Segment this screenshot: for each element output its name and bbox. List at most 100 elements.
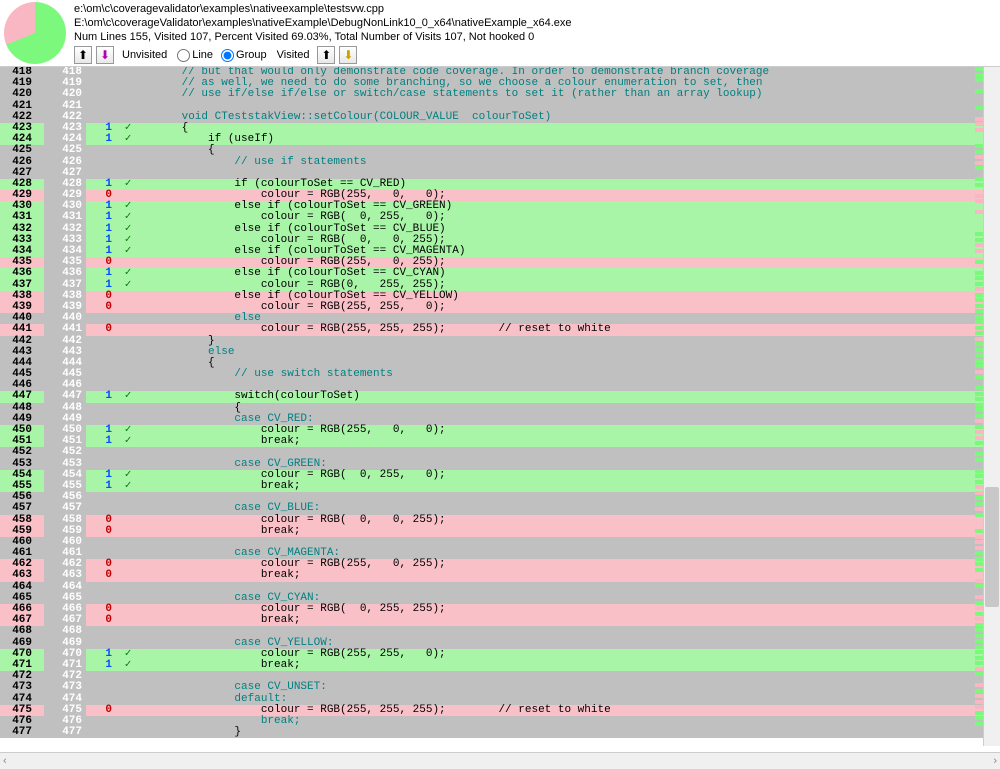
- code-line[interactable]: 457457 case CV_BLUE:: [0, 503, 983, 514]
- overview-segment[interactable]: [975, 540, 983, 544]
- overview-segment[interactable]: [975, 513, 983, 517]
- overview-segment[interactable]: [975, 194, 983, 198]
- code-line[interactable]: 4314311✓ colour = RGB( 0, 255, 0);: [0, 212, 983, 223]
- overview-segment[interactable]: [975, 315, 983, 319]
- code-line[interactable]: 425425 {: [0, 145, 983, 156]
- overview-segment[interactable]: [975, 546, 983, 550]
- overview-segment[interactable]: [975, 155, 983, 159]
- overview-segment[interactable]: [975, 716, 983, 720]
- overview-segment[interactable]: [975, 458, 983, 462]
- overview-segment[interactable]: [975, 557, 983, 561]
- scroll-left-icon[interactable]: ‹: [3, 755, 7, 767]
- overview-segment[interactable]: [975, 634, 983, 638]
- overview-segment[interactable]: [975, 392, 983, 396]
- overview-segment[interactable]: [975, 183, 983, 187]
- overview-segment[interactable]: [975, 469, 983, 473]
- overview-segment[interactable]: [975, 386, 983, 390]
- overview-segment[interactable]: [975, 452, 983, 456]
- overview-segment[interactable]: [975, 375, 983, 379]
- overview-segment[interactable]: [975, 595, 983, 599]
- overview-segment[interactable]: [975, 568, 983, 572]
- overview-segment[interactable]: [975, 320, 983, 324]
- overview-segment[interactable]: [975, 700, 983, 704]
- overview-segment[interactable]: [975, 166, 983, 170]
- overview-segment[interactable]: [975, 364, 983, 368]
- overview-segment[interactable]: [975, 304, 983, 308]
- overview-segment[interactable]: [975, 485, 983, 489]
- overview-segment[interactable]: [975, 326, 983, 330]
- overview-segment[interactable]: [975, 370, 983, 374]
- overview-segment[interactable]: [975, 491, 983, 495]
- code-line[interactable]: 477477 }: [0, 727, 983, 738]
- overview-segment[interactable]: [975, 711, 983, 715]
- prev-unvisited-button[interactable]: ⬆: [74, 46, 92, 64]
- overview-segment[interactable]: [975, 667, 983, 671]
- overview-segment[interactable]: [975, 298, 983, 302]
- code-line[interactable]: 4514511✓ break;: [0, 436, 983, 447]
- overview-segment[interactable]: [975, 606, 983, 610]
- overview-segment[interactable]: [975, 397, 983, 401]
- overview-segment[interactable]: [975, 287, 983, 291]
- overview-segment[interactable]: [975, 436, 983, 440]
- code-line[interactable]: 426426 // use if statements: [0, 157, 983, 168]
- overview-segment[interactable]: [975, 348, 983, 352]
- radio-group[interactable]: Group: [221, 49, 267, 62]
- overview-segment[interactable]: [975, 403, 983, 407]
- overview-segment[interactable]: [975, 474, 983, 478]
- code-line[interactable]: 4674670 break;: [0, 615, 983, 626]
- overview-segment[interactable]: [975, 282, 983, 286]
- overview-segment[interactable]: [975, 249, 983, 253]
- overview-segment[interactable]: [975, 425, 983, 429]
- overview-segment[interactable]: [975, 117, 983, 121]
- overview-segment[interactable]: [975, 623, 983, 627]
- overview-segment[interactable]: [975, 276, 983, 280]
- overview-segment[interactable]: [975, 359, 983, 363]
- overview-segment[interactable]: [975, 496, 983, 500]
- overview-segment[interactable]: [975, 722, 983, 726]
- next-unvisited-button[interactable]: ⬇: [96, 46, 114, 64]
- code-line[interactable]: 420420 // use if/else if/else or switch/…: [0, 89, 983, 100]
- overview-segment[interactable]: [975, 507, 983, 511]
- overview-segment[interactable]: [975, 243, 983, 247]
- overview-segment[interactable]: [975, 672, 983, 676]
- overview-segment[interactable]: [975, 601, 983, 605]
- overview-segment[interactable]: [975, 106, 983, 110]
- overview-segment[interactable]: [975, 584, 983, 588]
- overview-segment[interactable]: [975, 650, 983, 654]
- overview-segment[interactable]: [975, 122, 983, 126]
- overview-segment[interactable]: [975, 408, 983, 412]
- radio-line[interactable]: Line: [177, 49, 213, 62]
- overview-segment[interactable]: [975, 342, 983, 346]
- overview-segment[interactable]: [975, 628, 983, 632]
- code-line[interactable]: 4364361✓ else if (colourToSet == CV_CYAN…: [0, 268, 983, 279]
- overview-segment[interactable]: [975, 331, 983, 335]
- next-visited-button[interactable]: ⬇: [339, 46, 357, 64]
- overview-segment[interactable]: [975, 661, 983, 665]
- overview-segment[interactable]: [975, 238, 983, 242]
- overview-segment[interactable]: [975, 414, 983, 418]
- overview-segment[interactable]: [975, 689, 983, 693]
- overview-segment[interactable]: [975, 683, 983, 687]
- overview-segment[interactable]: [975, 441, 983, 445]
- code-line[interactable]: 4554551✓ break;: [0, 481, 983, 492]
- overview-segment[interactable]: [975, 161, 983, 165]
- overview-segment[interactable]: [975, 535, 983, 539]
- code-line[interactable]: 4634630 break;: [0, 570, 983, 581]
- code-scroll[interactable]: 418418 // but that would only demonstrat…: [0, 67, 983, 746]
- overview-segment[interactable]: [975, 271, 983, 275]
- overview-segment[interactable]: [975, 645, 983, 649]
- overview-segment[interactable]: [975, 529, 983, 533]
- code-line[interactable]: 4414410 colour = RGB(255, 255, 255); // …: [0, 324, 983, 335]
- overview-segment[interactable]: [975, 150, 983, 154]
- overview-segment[interactable]: [975, 419, 983, 423]
- overview-segment[interactable]: [975, 562, 983, 566]
- overview-segment[interactable]: [975, 579, 983, 583]
- code-line[interactable]: 474474 default:: [0, 694, 983, 705]
- code-line[interactable]: 468468: [0, 626, 983, 637]
- overview-segment[interactable]: [975, 73, 983, 77]
- overview-segment[interactable]: [975, 551, 983, 555]
- code-line[interactable]: 473473 case CV_UNSET:: [0, 682, 983, 693]
- code-line[interactable]: 445445 // use switch statements: [0, 369, 983, 380]
- overview-segment[interactable]: [975, 260, 983, 264]
- overview-segment[interactable]: [975, 210, 983, 214]
